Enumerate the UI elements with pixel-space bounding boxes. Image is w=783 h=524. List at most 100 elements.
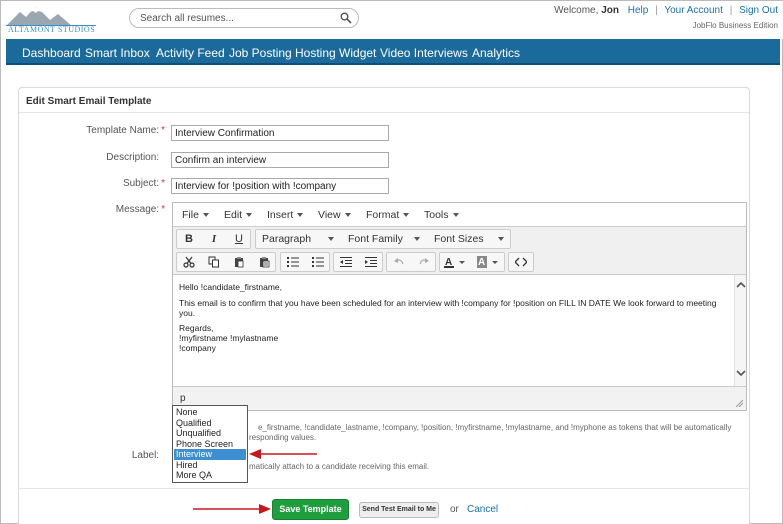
help-link[interactable]: Help	[628, 5, 649, 16]
paste-icon[interactable]	[227, 253, 251, 271]
logo-text: ALTAMONT STUDIOS	[8, 25, 96, 34]
svg-text:A: A	[478, 257, 485, 268]
nav-dashboard[interactable]: Dashboard	[22, 46, 81, 60]
description-field[interactable]	[171, 152, 389, 168]
message-label: Message: *	[115, 204, 165, 215]
history-group	[386, 252, 436, 272]
or-text: or	[450, 504, 459, 515]
label-field-label: Label:*	[131, 450, 160, 461]
cancel-link[interactable]: Cancel	[467, 504, 498, 515]
search-box[interactable]	[129, 8, 359, 28]
panel-title: Edit Smart Email Template	[26, 96, 152, 107]
label-help-text: matically attach to a candidate receivin…	[249, 462, 430, 471]
header: ALTAMONT STUDIOS Welcome, Jon Help | You…	[1, 1, 783, 39]
bold-button[interactable]: B	[177, 230, 201, 248]
welcome-text: Welcome, Jon	[554, 5, 619, 16]
menu-tools[interactable]: Tools	[424, 209, 459, 221]
annotation-arrow-icon	[249, 449, 317, 459]
undo-icon[interactable]	[387, 253, 411, 271]
label-option[interactable]: Hired	[174, 460, 246, 471]
copy-icon[interactable]	[202, 253, 226, 271]
clipboard-group	[176, 252, 276, 272]
menu-view[interactable]: View	[318, 209, 351, 221]
indent-group	[333, 252, 383, 272]
send-test-email-button[interactable]: Send Test Email to Me	[359, 502, 439, 518]
background-color-icon[interactable]: A	[473, 253, 505, 271]
editor-toolbar-row-2: A A	[173, 250, 746, 275]
block-format-select[interactable]: Paragraph	[256, 230, 340, 248]
code-group	[508, 252, 534, 272]
footer-divider	[18, 488, 750, 489]
panel-divider	[19, 112, 749, 113]
message-closing-3: !company	[179, 342, 216, 353]
nav-analytics[interactable]: Analytics	[472, 46, 520, 60]
annotation-arrow-icon	[193, 504, 271, 514]
required-mark: *	[161, 125, 165, 136]
user-name: Jon	[601, 5, 619, 16]
font-family-select[interactable]: Font Family	[342, 230, 426, 248]
element-path[interactable]: p	[180, 393, 186, 404]
required-mark: *	[161, 204, 165, 215]
link-separator: |	[655, 5, 658, 16]
editor-toolbar-row-1: B I U Paragraph Font Family Font Sizes	[173, 227, 746, 251]
source-code-icon[interactable]	[509, 253, 533, 271]
main-nav: Dashboard Smart Inbox Activity Feed Job …	[6, 39, 780, 65]
menu-file[interactable]: File	[182, 209, 209, 221]
search-icon[interactable]	[340, 12, 352, 24]
label-option-selected[interactable]: Interview	[174, 449, 246, 460]
scroll-down-icon[interactable]	[736, 369, 746, 377]
paste-text-icon[interactable]	[252, 253, 276, 271]
template-name-field[interactable]	[171, 125, 389, 141]
nav-job-posting[interactable]: Job Posting	[229, 46, 292, 60]
nav-activity-feed[interactable]: Activity Feed	[156, 46, 225, 60]
message-greeting: Hello !candidate_firstname,	[179, 282, 283, 292]
menu-format[interactable]: Format	[366, 209, 410, 221]
scroll-up-icon[interactable]	[736, 281, 746, 289]
search-input[interactable]	[140, 12, 330, 25]
menu-insert[interactable]: Insert	[267, 209, 304, 221]
description-label: Description:*	[106, 152, 160, 163]
company-logo[interactable]: ALTAMONT STUDIOS	[6, 4, 96, 34]
save-template-button[interactable]: Save Template	[272, 499, 349, 520]
text-style-group: B I U	[176, 229, 251, 249]
required-mark: *	[161, 178, 165, 189]
redo-icon[interactable]	[412, 253, 436, 271]
label-option[interactable]: More QA	[174, 470, 246, 481]
editor-statusbar: p	[173, 386, 746, 410]
color-group: A A	[439, 252, 505, 272]
font-controls-group: Paragraph Font Family Font Sizes	[255, 229, 511, 249]
underline-button[interactable]: U	[227, 230, 251, 248]
text-color-icon[interactable]: A	[440, 253, 472, 271]
user-links: Welcome, Jon Help | Your Account | Sign …	[554, 5, 778, 16]
template-name-label: Template Name: *	[86, 125, 165, 136]
menu-edit[interactable]: Edit	[224, 209, 253, 221]
sign-out-link[interactable]: Sign Out	[739, 5, 778, 16]
indent-icon[interactable]	[359, 253, 383, 271]
list-group	[280, 252, 330, 272]
resize-handle-icon[interactable]	[735, 399, 743, 407]
font-size-select[interactable]: Font Sizes	[428, 230, 510, 248]
rich-text-editor: File Edit Insert View Format Tools B I U…	[172, 202, 747, 411]
nav-smart-inbox[interactable]: Smart Inbox	[85, 46, 150, 60]
editor-content[interactable]: Hello !candidate_firstname, This email i…	[173, 275, 734, 386]
editor-scrollbar[interactable]	[734, 275, 746, 386]
label-dropdown-list[interactable]: None Qualified Unqualified Phone Screen …	[172, 405, 248, 483]
nav-video-interviews[interactable]: Video Interviews	[380, 46, 468, 60]
label-option[interactable]: Qualified	[174, 418, 246, 429]
italic-button[interactable]: I	[202, 230, 226, 248]
label-option[interactable]: Phone Screen	[174, 439, 246, 450]
outdent-icon[interactable]	[334, 253, 358, 271]
nav-hosting-widget[interactable]: Hosting Widget	[295, 46, 376, 60]
label-option[interactable]: Unqualified	[174, 428, 246, 439]
editor-menubar: File Edit Insert View Format Tools	[173, 203, 746, 227]
numbered-list-icon[interactable]	[306, 253, 330, 271]
subject-field[interactable]	[171, 178, 389, 194]
your-account-link[interactable]: Your Account	[664, 5, 723, 16]
label-option[interactable]: None	[174, 407, 246, 418]
link-separator: |	[729, 5, 733, 16]
edition-label: JobFlo Business Edition	[692, 21, 778, 30]
bullet-list-icon[interactable]	[281, 253, 305, 271]
subject-label: Subject: *	[122, 178, 165, 189]
cut-icon[interactable]	[177, 253, 201, 271]
message-body: This email is to confirm that you have b…	[179, 297, 717, 318]
